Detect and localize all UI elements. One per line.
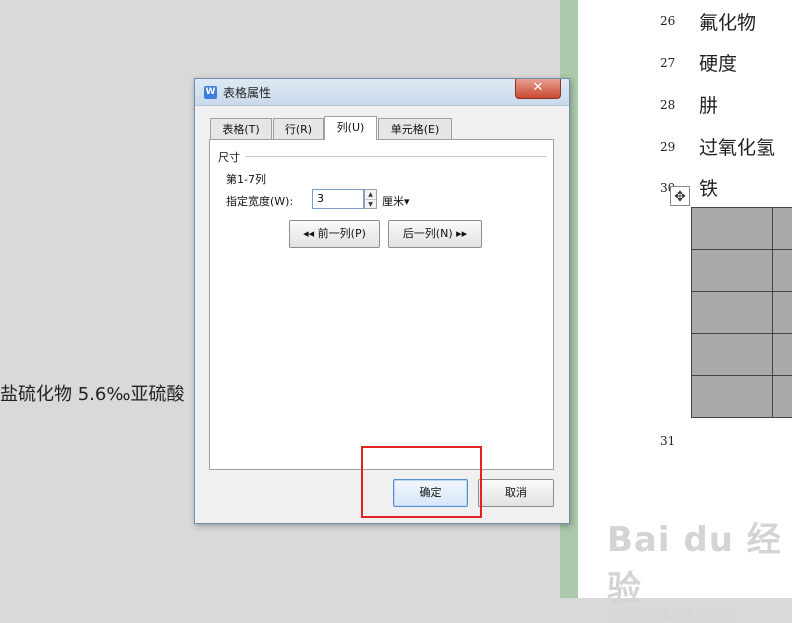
- spin-up-icon[interactable]: ▲: [365, 190, 376, 200]
- baidu-watermark: Bai du 经验 jingyan.baidu.com: [607, 512, 792, 623]
- row-number: 28: [660, 98, 675, 112]
- row-number: 31: [660, 434, 675, 448]
- column-range-label: 第1-7列: [226, 171, 266, 187]
- table-cell[interactable]: [773, 334, 792, 376]
- width-input[interactable]: 3: [312, 189, 364, 209]
- spin-down-icon[interactable]: ▼: [365, 200, 376, 209]
- table-cell[interactable]: [692, 208, 773, 250]
- highlight-annotation-box: [361, 446, 482, 518]
- watermark-logo-text: Bai du 经验: [607, 512, 792, 610]
- row-text: 氟化物: [699, 8, 756, 35]
- table-cell[interactable]: [773, 292, 792, 334]
- row-number: 27: [660, 56, 675, 70]
- cancel-button[interactable]: 取消: [478, 479, 554, 507]
- prev-column-button[interactable]: ◂◂ 前一列(P): [289, 220, 380, 248]
- table-cell[interactable]: [773, 376, 792, 418]
- table-cell[interactable]: [773, 250, 792, 292]
- row-text: 铁: [699, 174, 718, 201]
- row-number: 29: [660, 140, 675, 154]
- width-label: 指定宽度(W):: [226, 193, 293, 209]
- width-spinner[interactable]: ▲ ▼: [364, 189, 377, 209]
- close-button[interactable]: ✕: [515, 79, 561, 99]
- column-tab-panel: 尺寸 第1-7列 指定宽度(W): 3 ▲ ▼ 厘米▾ ◂◂ 前一列(P) 后一…: [209, 139, 554, 470]
- dialog-title: 表格属性: [223, 84, 271, 101]
- row-text: 肼: [699, 91, 718, 118]
- tab-row[interactable]: 行(R): [273, 118, 324, 139]
- tab-cell[interactable]: 单元格(E): [378, 118, 452, 139]
- tab-table[interactable]: 表格(T): [210, 118, 272, 139]
- dialog-titlebar[interactable]: W 表格属性 ✕: [195, 79, 569, 106]
- document-table: [691, 207, 792, 418]
- table-move-handle-icon[interactable]: ✥: [670, 186, 690, 206]
- unit-dropdown[interactable]: 厘米▾: [382, 193, 410, 209]
- size-group-label: 尺寸: [218, 149, 240, 165]
- wps-app-icon: W: [204, 86, 217, 99]
- row-number: 26: [660, 14, 675, 28]
- table-cell[interactable]: [692, 334, 773, 376]
- document-text-line: 盐硫化物 5.6‰亚硫酸: [0, 380, 185, 406]
- table-cell[interactable]: [692, 292, 773, 334]
- row-text: 硬度: [699, 49, 737, 76]
- table-cell[interactable]: [773, 208, 792, 250]
- next-column-button[interactable]: 后一列(N) ▸▸: [388, 220, 482, 248]
- watermark-url: jingyan.baidu.com: [611, 608, 792, 623]
- table-cell[interactable]: [692, 250, 773, 292]
- group-divider: [246, 156, 546, 157]
- tab-column[interactable]: 列(U): [324, 116, 377, 140]
- table-cell[interactable]: [692, 376, 773, 418]
- row-text: 过氧化氢: [699, 133, 775, 160]
